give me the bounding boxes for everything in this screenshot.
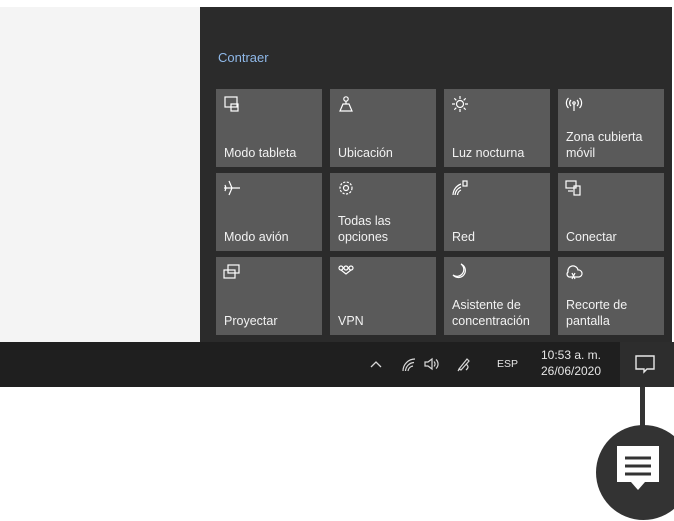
clock[interactable]: 10:53 a. m. 26/06/2020 <box>536 347 606 379</box>
tile-screen-snip[interactable]: Recorte de pantalla <box>558 257 664 335</box>
chevron-up-icon[interactable] <box>368 356 384 372</box>
notification-center-icon <box>617 446 659 490</box>
tile-mobile-hotspot[interactable]: Zona cubierta móvil <box>558 89 664 167</box>
tile-label: VPN <box>338 314 364 328</box>
input-language-indicator[interactable]: ESP <box>497 358 518 370</box>
screen-snip-icon <box>565 263 583 281</box>
airplane-mode-icon <box>223 179 241 197</box>
tile-project[interactable]: Proyectar <box>216 257 322 335</box>
clock-date: 26/06/2020 <box>540 364 602 378</box>
tile-airplane-mode[interactable]: Modo avión <box>216 173 322 251</box>
focus-assist-moon-icon <box>451 263 469 281</box>
clock-time: 10:53 a. m. <box>540 348 602 362</box>
action-center-panel: Contraer Modo tableta Ubicación Luz noct… <box>200 7 672 342</box>
vpn-icon <box>337 263 355 281</box>
taskbar: ESP 10:53 a. m. 26/06/2020 <box>0 342 674 387</box>
tile-label: Todas las opciones <box>338 214 391 244</box>
connect-icon <box>565 179 583 197</box>
tile-tablet-mode[interactable]: Modo tableta <box>216 89 322 167</box>
wifi-icon[interactable] <box>401 356 417 372</box>
pen-icon[interactable] <box>456 356 472 372</box>
tile-label: Luz nocturna <box>452 146 525 160</box>
notification-center-button[interactable] <box>620 342 674 387</box>
tile-label: Recorte de pantalla <box>566 298 628 328</box>
tile-label: Conectar <box>566 230 617 244</box>
callout-connector <box>640 387 645 429</box>
tile-night-light[interactable]: Luz nocturna <box>444 89 550 167</box>
project-icon <box>223 263 241 281</box>
tablet-mode-icon <box>223 95 241 113</box>
tile-label: Proyectar <box>224 314 278 328</box>
settings-gear-icon <box>337 179 355 197</box>
notification-center-icon <box>635 355 655 374</box>
network-icon <box>451 179 469 197</box>
tile-label: Modo tableta <box>224 146 297 160</box>
tile-label: Modo avión <box>224 230 289 244</box>
tile-label: Zona cubierta móvil <box>566 130 643 160</box>
volume-icon[interactable] <box>423 356 439 372</box>
tile-vpn[interactable]: VPN <box>330 257 436 335</box>
mobile-hotspot-icon <box>565 95 583 113</box>
tile-location[interactable]: Ubicación <box>330 89 436 167</box>
night-light-icon <box>451 95 469 113</box>
tile-label: Asistente de concentración <box>452 298 530 328</box>
tile-focus-assist[interactable]: Asistente de concentración <box>444 257 550 335</box>
tile-label: Red <box>452 230 475 244</box>
tile-network[interactable]: Red <box>444 173 550 251</box>
desktop-background <box>0 7 200 342</box>
location-icon <box>337 95 355 113</box>
tile-all-settings[interactable]: Todas las opciones <box>330 173 436 251</box>
tile-connect[interactable]: Conectar <box>558 173 664 251</box>
collapse-link[interactable]: Contraer <box>218 50 269 65</box>
tile-label: Ubicación <box>338 146 393 160</box>
callout-notification-highlight <box>596 425 674 520</box>
